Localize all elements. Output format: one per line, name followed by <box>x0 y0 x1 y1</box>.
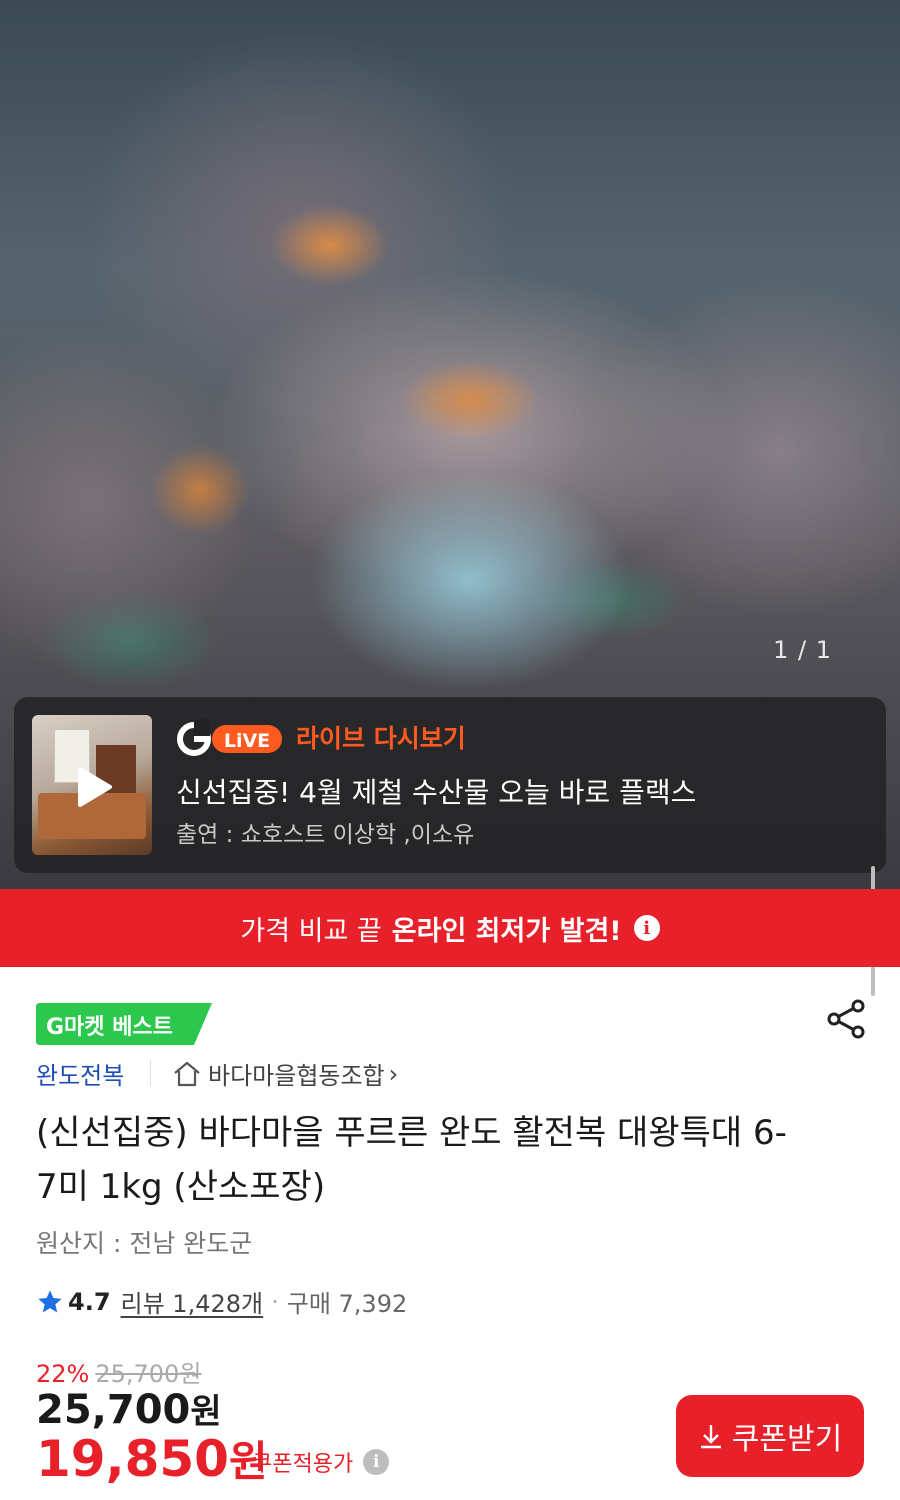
rating-row: 4.7 리뷰 1,428개 · 구매 7,392 <box>36 1284 407 1319</box>
store-name: 바다마을협동조합 <box>208 1062 385 1090</box>
separator-dot: · <box>271 1287 279 1316</box>
rating-score: 4.7 <box>68 1287 111 1316</box>
info-icon[interactable]: i <box>363 1449 390 1475</box>
download-icon <box>700 1425 721 1449</box>
product-image[interactable]: 1 / 1 LiVE 라이브 다시보기 신선집중! 4월 제철 수산물 오늘 바… <box>0 0 900 890</box>
play-icon[interactable] <box>70 765 114 809</box>
get-coupon-button[interactable]: 쿠폰받기 <box>676 1395 864 1477</box>
sale-price: 25,700원 <box>36 1384 222 1433</box>
coupon-price: 19,850원 <box>36 1428 268 1489</box>
badge-label: G마켓 베스트 <box>46 1015 173 1040</box>
star-icon <box>38 1289 62 1312</box>
lowest-price-banner[interactable]: 가격 비교 끝 온라인 최저가 발견! i <box>0 889 900 967</box>
product-title: (신선집중) 바다마을 푸르른 완도 활전복 대왕특대 6-7미 1kg (산소… <box>36 1113 787 1207</box>
live-title: 라이브 다시보기 <box>296 724 466 753</box>
origin-info: 원산지 : 전남 완도군 <box>36 1229 253 1258</box>
chevron-right-icon: › <box>388 1059 399 1088</box>
coupon-label-text: 쿠폰적용가 <box>252 1452 354 1477</box>
store-link[interactable]: 바다마을협동조합 › <box>172 1056 398 1091</box>
svg-text:LiVE: LiVE <box>224 730 270 752</box>
glive-logo-icon: LiVE <box>177 719 282 756</box>
home-icon <box>174 1061 200 1086</box>
live-thumbnail[interactable] <box>32 715 152 855</box>
coupon-applied-label: 쿠폰적용가 i <box>252 1446 390 1478</box>
live-description: 신선집중! 4월 제철 수산물 오늘 바로 플랙스 <box>176 776 697 809</box>
coupon-button-label: 쿠폰받기 <box>731 1422 843 1457</box>
promo-highlight: 온라인 최저가 발견! <box>391 915 622 947</box>
promo-text: 가격 비교 끝 <box>240 915 382 947</box>
review-count-link[interactable]: 리뷰 1,428개 <box>121 1284 264 1319</box>
price-unit: 원 <box>190 1392 222 1432</box>
live-cast: 출연 : 쇼호스트 이상학 ,이소유 <box>176 822 475 848</box>
live-replay-card[interactable]: LiVE 라이브 다시보기 신선집중! 4월 제철 수산물 오늘 바로 플랙스 … <box>14 697 886 873</box>
purchase-count: 구매 7,392 <box>286 1290 408 1318</box>
gmarket-best-badge: G마켓 베스트 <box>36 1003 212 1045</box>
coupon-price-number: 19,850 <box>36 1430 229 1488</box>
divider <box>150 1060 151 1086</box>
sale-price-number: 25,700 <box>36 1387 191 1433</box>
brand-link[interactable]: 완도전복 <box>36 1056 124 1091</box>
image-counter: 1 / 1 <box>773 636 832 664</box>
info-icon[interactable]: i <box>633 915 660 941</box>
share-icon[interactable] <box>826 998 868 1040</box>
